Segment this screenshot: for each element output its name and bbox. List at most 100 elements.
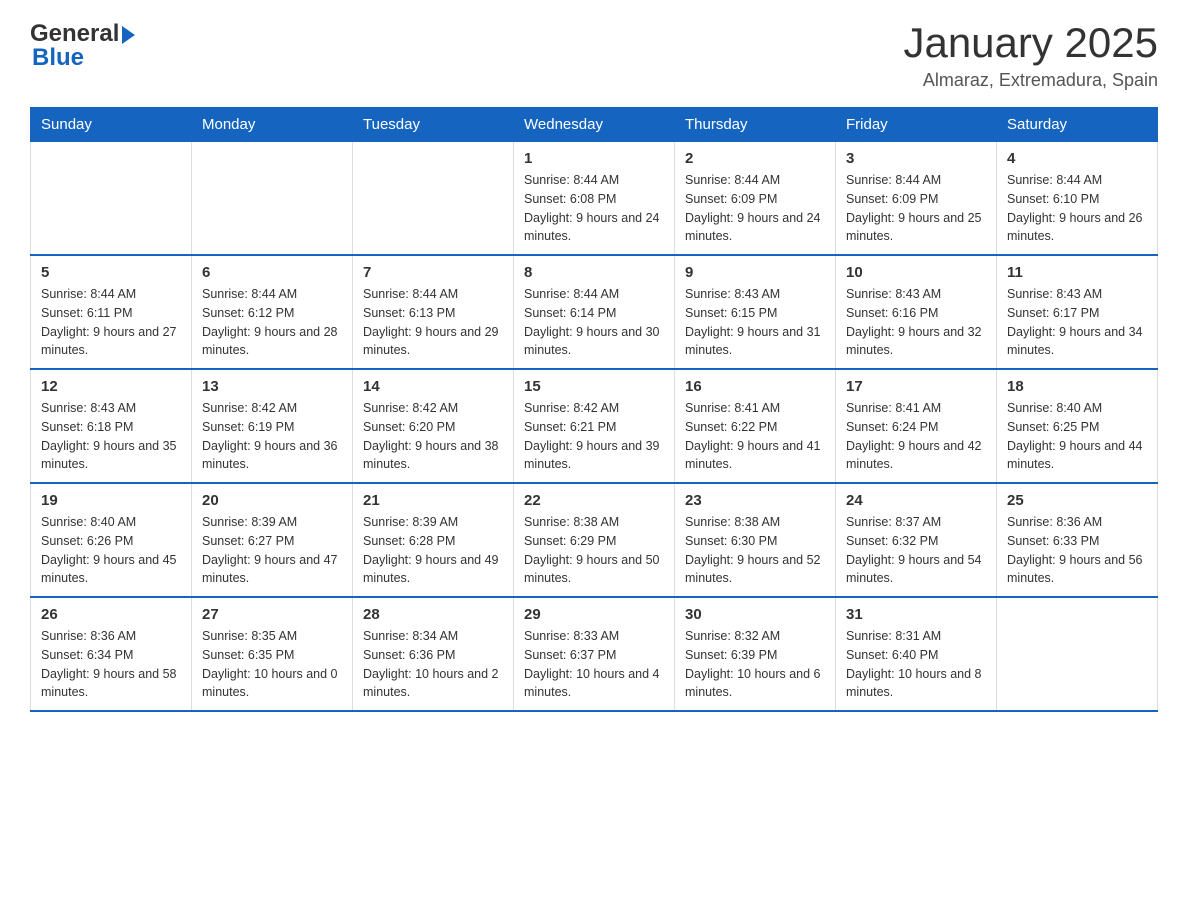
- col-tuesday: Tuesday: [353, 108, 514, 142]
- day-number: 9: [685, 264, 825, 281]
- col-friday: Friday: [836, 108, 997, 142]
- col-sunday: Sunday: [31, 108, 192, 142]
- calendar-cell: 8 Sunrise: 8:44 AMSunset: 6:14 PMDaylight…: [514, 255, 675, 369]
- day-number: 20: [202, 492, 342, 509]
- calendar-header-row: Sunday Monday Tuesday Wednesday Thursday…: [31, 108, 1158, 142]
- day-info: Sunrise: 8:38 AMSunset: 6:29 PMDaylight:…: [524, 513, 664, 588]
- day-number: 12: [41, 378, 181, 395]
- day-info: Sunrise: 8:35 AMSunset: 6:35 PMDaylight:…: [202, 627, 342, 702]
- calendar-cell: 29 Sunrise: 8:33 AMSunset: 6:37 PMDayligh…: [514, 597, 675, 711]
- day-number: 14: [363, 378, 503, 395]
- calendar-cell: 30 Sunrise: 8:32 AMSunset: 6:39 PMDayligh…: [675, 597, 836, 711]
- day-info: Sunrise: 8:44 AMSunset: 6:12 PMDaylight:…: [202, 285, 342, 360]
- day-info: Sunrise: 8:32 AMSunset: 6:39 PMDaylight:…: [685, 627, 825, 702]
- calendar-cell: 3 Sunrise: 8:44 AMSunset: 6:09 PMDaylight…: [836, 142, 997, 256]
- calendar-cell: 1Sunrise: 8:44 AMSunset: 6:08 PMDaylight…: [514, 142, 675, 256]
- day-info: Sunrise: 8:39 AMSunset: 6:27 PMDaylight:…: [202, 513, 342, 588]
- calendar-cell: 24 Sunrise: 8:37 AMSunset: 6:32 PMDayligh…: [836, 483, 997, 597]
- day-number: 10: [846, 264, 986, 281]
- day-number: 26: [41, 606, 181, 623]
- calendar-cell: 21 Sunrise: 8:39 AMSunset: 6:28 PMDayligh…: [353, 483, 514, 597]
- calendar-cell: 23Sunrise: 8:38 AMSunset: 6:30 PMDayligh…: [675, 483, 836, 597]
- calendar-cell: 20 Sunrise: 8:39 AMSunset: 6:27 PMDayligh…: [192, 483, 353, 597]
- logo-blue-text: Blue: [32, 44, 84, 72]
- day-info: Sunrise: 8:44 AMSunset: 6:14 PMDaylight:…: [524, 285, 664, 360]
- calendar-week-row: 1Sunrise: 8:44 AMSunset: 6:08 PMDaylight…: [31, 142, 1158, 256]
- day-info: Sunrise: 8:44 AMSunset: 6:09 PMDaylight:…: [846, 171, 986, 246]
- day-number: 30: [685, 606, 825, 623]
- day-number: 28: [363, 606, 503, 623]
- day-info: Sunrise: 8:36 AMSunset: 6:33 PMDaylight:…: [1007, 513, 1147, 588]
- calendar-cell: 18 Sunrise: 8:40 AMSunset: 6:25 PMDayligh…: [997, 369, 1158, 483]
- day-info: Sunrise: 8:36 AMSunset: 6:34 PMDaylight:…: [41, 627, 181, 702]
- day-info: Sunrise: 8:34 AMSunset: 6:36 PMDaylight:…: [363, 627, 503, 702]
- day-number: 16: [685, 378, 825, 395]
- calendar-week-row: 26 Sunrise: 8:36 AMSunset: 6:34 PMDayligh…: [31, 597, 1158, 711]
- day-number: 8: [524, 264, 664, 281]
- day-info: Sunrise: 8:43 AMSunset: 6:15 PMDaylight:…: [685, 285, 825, 360]
- day-info: Sunrise: 8:43 AMSunset: 6:16 PMDaylight:…: [846, 285, 986, 360]
- page-header: General Blue January 2025 Almaraz, Extre…: [30, 20, 1158, 91]
- day-number: 25: [1007, 492, 1147, 509]
- day-number: 23: [685, 492, 825, 509]
- calendar-week-row: 19 Sunrise: 8:40 AMSunset: 6:26 PMDayligh…: [31, 483, 1158, 597]
- calendar-cell: 28 Sunrise: 8:34 AMSunset: 6:36 PMDayligh…: [353, 597, 514, 711]
- calendar-cell: 2 Sunrise: 8:44 AMSunset: 6:09 PMDaylight…: [675, 142, 836, 256]
- day-info: Sunrise: 8:44 AMSunset: 6:10 PMDaylight:…: [1007, 171, 1147, 246]
- day-info: Sunrise: 8:39 AMSunset: 6:28 PMDaylight:…: [363, 513, 503, 588]
- calendar-cell: 26 Sunrise: 8:36 AMSunset: 6:34 PMDayligh…: [31, 597, 192, 711]
- day-number: 11: [1007, 264, 1147, 281]
- day-info: Sunrise: 8:33 AMSunset: 6:37 PMDaylight:…: [524, 627, 664, 702]
- day-info: Sunrise: 8:40 AMSunset: 6:25 PMDaylight:…: [1007, 399, 1147, 474]
- calendar-cell: 17Sunrise: 8:41 AMSunset: 6:24 PMDayligh…: [836, 369, 997, 483]
- col-wednesday: Wednesday: [514, 108, 675, 142]
- location-text: Almaraz, Extremadura, Spain: [903, 70, 1158, 91]
- day-number: 3: [846, 150, 986, 167]
- calendar-cell: 7 Sunrise: 8:44 AMSunset: 6:13 PMDaylight…: [353, 255, 514, 369]
- calendar-cell: 13Sunrise: 8:42 AMSunset: 6:19 PMDayligh…: [192, 369, 353, 483]
- day-number: 17: [846, 378, 986, 395]
- day-number: 6: [202, 264, 342, 281]
- calendar-week-row: 12Sunrise: 8:43 AMSunset: 6:18 PMDayligh…: [31, 369, 1158, 483]
- calendar-cell: 14Sunrise: 8:42 AMSunset: 6:20 PMDayligh…: [353, 369, 514, 483]
- day-number: 15: [524, 378, 664, 395]
- day-number: 2: [685, 150, 825, 167]
- day-number: 31: [846, 606, 986, 623]
- day-info: Sunrise: 8:44 AMSunset: 6:09 PMDaylight:…: [685, 171, 825, 246]
- day-number: 29: [524, 606, 664, 623]
- title-block: January 2025 Almaraz, Extremadura, Spain: [903, 20, 1158, 91]
- calendar-cell: 11 Sunrise: 8:43 AMSunset: 6:17 PMDayligh…: [997, 255, 1158, 369]
- calendar-cell: [353, 142, 514, 256]
- calendar-cell: 4Sunrise: 8:44 AMSunset: 6:10 PMDaylight…: [997, 142, 1158, 256]
- col-monday: Monday: [192, 108, 353, 142]
- calendar-cell: [31, 142, 192, 256]
- day-number: 24: [846, 492, 986, 509]
- calendar-table: Sunday Monday Tuesday Wednesday Thursday…: [30, 107, 1158, 712]
- calendar-cell: 15 Sunrise: 8:42 AMSunset: 6:21 PMDayligh…: [514, 369, 675, 483]
- calendar-cell: [997, 597, 1158, 711]
- day-number: 18: [1007, 378, 1147, 395]
- logo: General Blue: [30, 20, 135, 72]
- calendar-cell: 12Sunrise: 8:43 AMSunset: 6:18 PMDayligh…: [31, 369, 192, 483]
- calendar-week-row: 5Sunrise: 8:44 AMSunset: 6:11 PMDaylight…: [31, 255, 1158, 369]
- day-info: Sunrise: 8:40 AMSunset: 6:26 PMDaylight:…: [41, 513, 181, 588]
- day-info: Sunrise: 8:37 AMSunset: 6:32 PMDaylight:…: [846, 513, 986, 588]
- day-info: Sunrise: 8:43 AMSunset: 6:17 PMDaylight:…: [1007, 285, 1147, 360]
- calendar-cell: [192, 142, 353, 256]
- day-number: 5: [41, 264, 181, 281]
- month-title: January 2025: [903, 20, 1158, 66]
- logo-triangle-icon: [122, 26, 135, 44]
- calendar-cell: 6 Sunrise: 8:44 AMSunset: 6:12 PMDaylight…: [192, 255, 353, 369]
- calendar-cell: 19 Sunrise: 8:40 AMSunset: 6:26 PMDayligh…: [31, 483, 192, 597]
- day-info: Sunrise: 8:31 AMSunset: 6:40 PMDaylight:…: [846, 627, 986, 702]
- day-info: Sunrise: 8:42 AMSunset: 6:21 PMDaylight:…: [524, 399, 664, 474]
- day-info: Sunrise: 8:42 AMSunset: 6:19 PMDaylight:…: [202, 399, 342, 474]
- col-thursday: Thursday: [675, 108, 836, 142]
- day-info: Sunrise: 8:44 AMSunset: 6:13 PMDaylight:…: [363, 285, 503, 360]
- day-number: 22: [524, 492, 664, 509]
- calendar-cell: 5Sunrise: 8:44 AMSunset: 6:11 PMDaylight…: [31, 255, 192, 369]
- day-number: 21: [363, 492, 503, 509]
- day-number: 7: [363, 264, 503, 281]
- day-number: 27: [202, 606, 342, 623]
- day-number: 19: [41, 492, 181, 509]
